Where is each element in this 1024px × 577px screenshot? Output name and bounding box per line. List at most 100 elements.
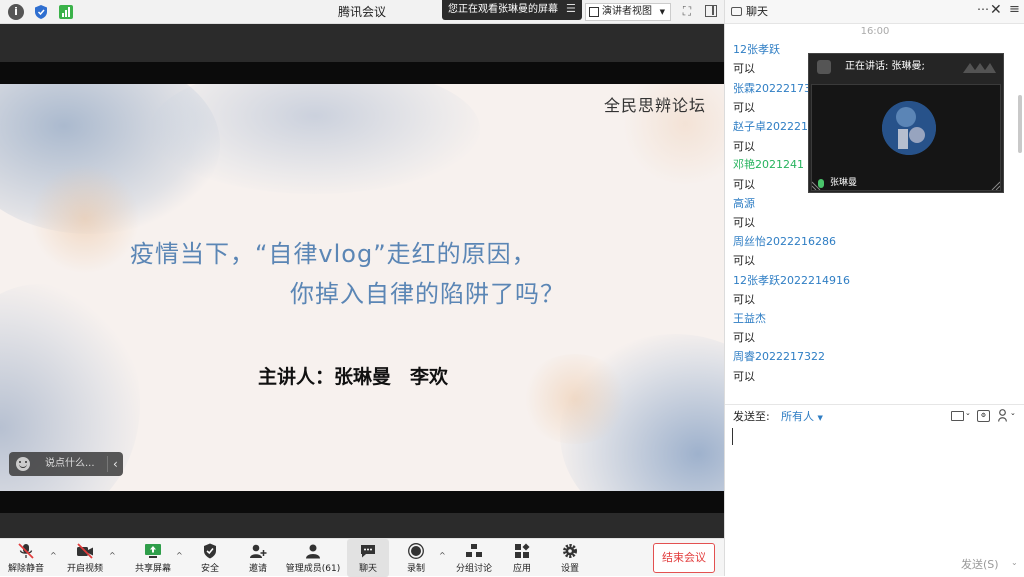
view-mode-label: 演讲者视图 bbox=[602, 6, 652, 17]
slide-speaker-line: 主讲人：张琳曼 李欢 bbox=[258, 366, 449, 388]
caret-down-icon[interactable]: ⌄ bbox=[1011, 558, 1018, 567]
apps-grid-icon bbox=[515, 543, 530, 558]
caret-up-icon[interactable]: ^ bbox=[439, 551, 446, 560]
breakout-rooms-button[interactable]: 分组讨论 bbox=[452, 539, 496, 577]
caret-up-icon[interactable]: ^ bbox=[50, 551, 57, 560]
message-sender[interactable]: 12张孝跃2022214916 bbox=[733, 272, 850, 288]
person-icon[interactable] bbox=[998, 409, 1007, 422]
meeting-toolbar: 解除静音 ^ 开启视频 ^ 共享屏幕 ^ 安全 邀请 管理成员(61) 聊天 录… bbox=[0, 538, 724, 577]
message-sender[interactable]: 高源 bbox=[733, 195, 755, 211]
message-sender[interactable]: 周丝怡2022216286 bbox=[733, 233, 836, 249]
chat-title: 聊天 bbox=[746, 5, 768, 18]
message-sender[interactable]: 邓艳2021241 bbox=[733, 156, 804, 172]
chat-header: 聊天 ⋯ ✕ ≡ bbox=[725, 0, 1024, 24]
chat-scrollbar[interactable] bbox=[1018, 95, 1022, 153]
slide-title-line1: 疫情当下，“自律vlog”走红的原因， bbox=[130, 240, 537, 268]
resize-handle-icon[interactable] bbox=[812, 180, 822, 190]
side-panel-icon[interactable] bbox=[705, 5, 717, 17]
send-button[interactable]: 发送(S) bbox=[961, 556, 999, 572]
members-icon bbox=[306, 544, 320, 559]
manage-members-button[interactable]: 管理成员(61) bbox=[284, 539, 342, 577]
menu-lines-icon[interactable]: ☰ bbox=[566, 3, 576, 15]
presentation-slide: 全民思辨论坛 疫情当下，“自律vlog”走红的原因， 你掉入自律的陷阱了吗？ 主… bbox=[0, 84, 724, 491]
share-screen-label: 共享屏幕 bbox=[134, 564, 171, 574]
chat-button[interactable]: 聊天 bbox=[347, 539, 389, 577]
message-text: 可以 bbox=[733, 216, 755, 229]
quick-comment-placeholder[interactable]: 说点什么... bbox=[45, 452, 95, 476]
exit-fullscreen-icon[interactable]: ⛶ bbox=[680, 4, 694, 18]
caret-down-icon[interactable]: ⌄ bbox=[965, 409, 971, 417]
message-text: 可以 bbox=[733, 101, 755, 114]
chat-timestamp: 16:00 bbox=[860, 26, 890, 37]
slide-brand: 全民思辨论坛 bbox=[603, 96, 706, 115]
chat-input[interactable] bbox=[725, 428, 1024, 552]
message-text: 可以 bbox=[733, 62, 755, 75]
end-meeting-button[interactable]: 结束会议 bbox=[653, 543, 715, 573]
message-text: 可以 bbox=[733, 293, 755, 306]
resize-handle-icon[interactable] bbox=[990, 180, 1000, 190]
recipient-dropdown[interactable]: 所有人 ▼ bbox=[781, 405, 823, 430]
quick-comment-bar[interactable]: 说点什么... ‹ bbox=[9, 452, 123, 476]
unmute-label: 解除静音 bbox=[7, 564, 44, 574]
caret-up-icon[interactable]: ^ bbox=[109, 551, 116, 560]
security-label: 安全 bbox=[200, 564, 219, 574]
settings-button[interactable]: 设置 bbox=[552, 539, 588, 577]
message-sender[interactable]: 赵子卓2022214 bbox=[733, 118, 815, 134]
chevron-left-icon[interactable]: ‹ bbox=[113, 452, 118, 476]
shared-screen-area: 全民思辨论坛 疫情当下，“自律vlog”走红的原因， 你掉入自律的陷阱了吗？ 主… bbox=[0, 24, 724, 538]
security-shield-icon bbox=[204, 543, 216, 559]
watercolor-decoration bbox=[520, 354, 630, 444]
active-speaker-panel[interactable]: 正在讲话: 张琳曼; 张琳曼 bbox=[808, 53, 1004, 193]
start-video-button[interactable]: 开启视频 bbox=[62, 539, 108, 577]
muted-mic-icon bbox=[18, 543, 34, 559]
divider bbox=[107, 456, 108, 472]
add-person-icon bbox=[250, 544, 267, 558]
breakout-rooms-label: 分组讨论 bbox=[455, 564, 492, 574]
invite-label: 邀请 bbox=[248, 564, 267, 574]
caret-up-icon[interactable]: ^ bbox=[176, 551, 183, 560]
text-cursor bbox=[732, 428, 733, 445]
record-icon bbox=[408, 543, 424, 559]
speaker-name: 张琳曼 bbox=[830, 178, 858, 188]
record-label: 录制 bbox=[406, 564, 425, 574]
viewing-banner-text: 您正在观看张琳曼的屏幕 bbox=[448, 4, 558, 15]
speaker-avatar bbox=[882, 101, 936, 155]
share-screen-button[interactable]: 共享屏幕 bbox=[130, 539, 176, 577]
message-sender[interactable]: 王益杰 bbox=[733, 310, 766, 326]
security-button[interactable]: 安全 bbox=[192, 539, 228, 577]
chat-bubble-icon bbox=[731, 7, 742, 16]
apps-button[interactable]: 应用 bbox=[504, 539, 540, 577]
video-off-icon bbox=[77, 543, 93, 559]
start-video-label: 开启视频 bbox=[66, 564, 103, 574]
folder-icon[interactable] bbox=[951, 411, 964, 421]
share-screen-icon bbox=[145, 544, 161, 558]
hamburger-menu-icon[interactable]: ≡ bbox=[1009, 2, 1020, 17]
chat-compose-bar: 发送至: 所有人 ▼ ⌄ ⚙ ⌄ bbox=[725, 404, 1024, 428]
meeting-title-bar: i 腾讯会议 您正在观看张琳曼的屏幕 ☰ 演讲者视图 ▼ ⛶ bbox=[0, 0, 724, 24]
caret-down-icon: ▼ bbox=[817, 414, 823, 422]
chat-settings-icon[interactable]: ⚙ bbox=[977, 410, 990, 422]
record-button[interactable]: 录制 bbox=[398, 539, 434, 577]
gear-icon bbox=[563, 544, 577, 558]
settings-label: 设置 bbox=[560, 564, 579, 574]
speaker-video[interactable]: 张琳曼 bbox=[811, 84, 1001, 191]
tencent-meeting-logo bbox=[963, 63, 996, 73]
close-icon[interactable]: ✕ bbox=[990, 2, 1002, 18]
slide-title-line2: 你掉入自律的陷阱了吗？ bbox=[290, 280, 565, 308]
message-sender[interactable]: 周睿2022217322 bbox=[733, 348, 825, 364]
letterbox-bar bbox=[0, 491, 724, 513]
view-mode-dropdown[interactable]: 演讲者视图 ▼ bbox=[585, 3, 671, 21]
apps-label: 应用 bbox=[512, 564, 531, 574]
more-options-icon[interactable]: ⋯ bbox=[977, 2, 989, 16]
send-to-label: 发送至: bbox=[733, 410, 770, 423]
viewing-screen-banner[interactable]: 您正在观看张琳曼的屏幕 ☰ bbox=[442, 0, 582, 20]
emoji-icon[interactable] bbox=[16, 457, 30, 471]
invite-button[interactable]: 邀请 bbox=[240, 539, 276, 577]
message-sender[interactable]: 12张孝跃 bbox=[733, 41, 780, 57]
layout-icon bbox=[589, 7, 599, 17]
unmute-button[interactable]: 解除静音 bbox=[4, 539, 48, 577]
message-text: 可以 bbox=[733, 370, 755, 383]
caret-down-icon[interactable]: ⌄ bbox=[1010, 409, 1016, 417]
message-text: 可以 bbox=[733, 178, 755, 191]
breakout-rooms-icon bbox=[466, 544, 482, 557]
